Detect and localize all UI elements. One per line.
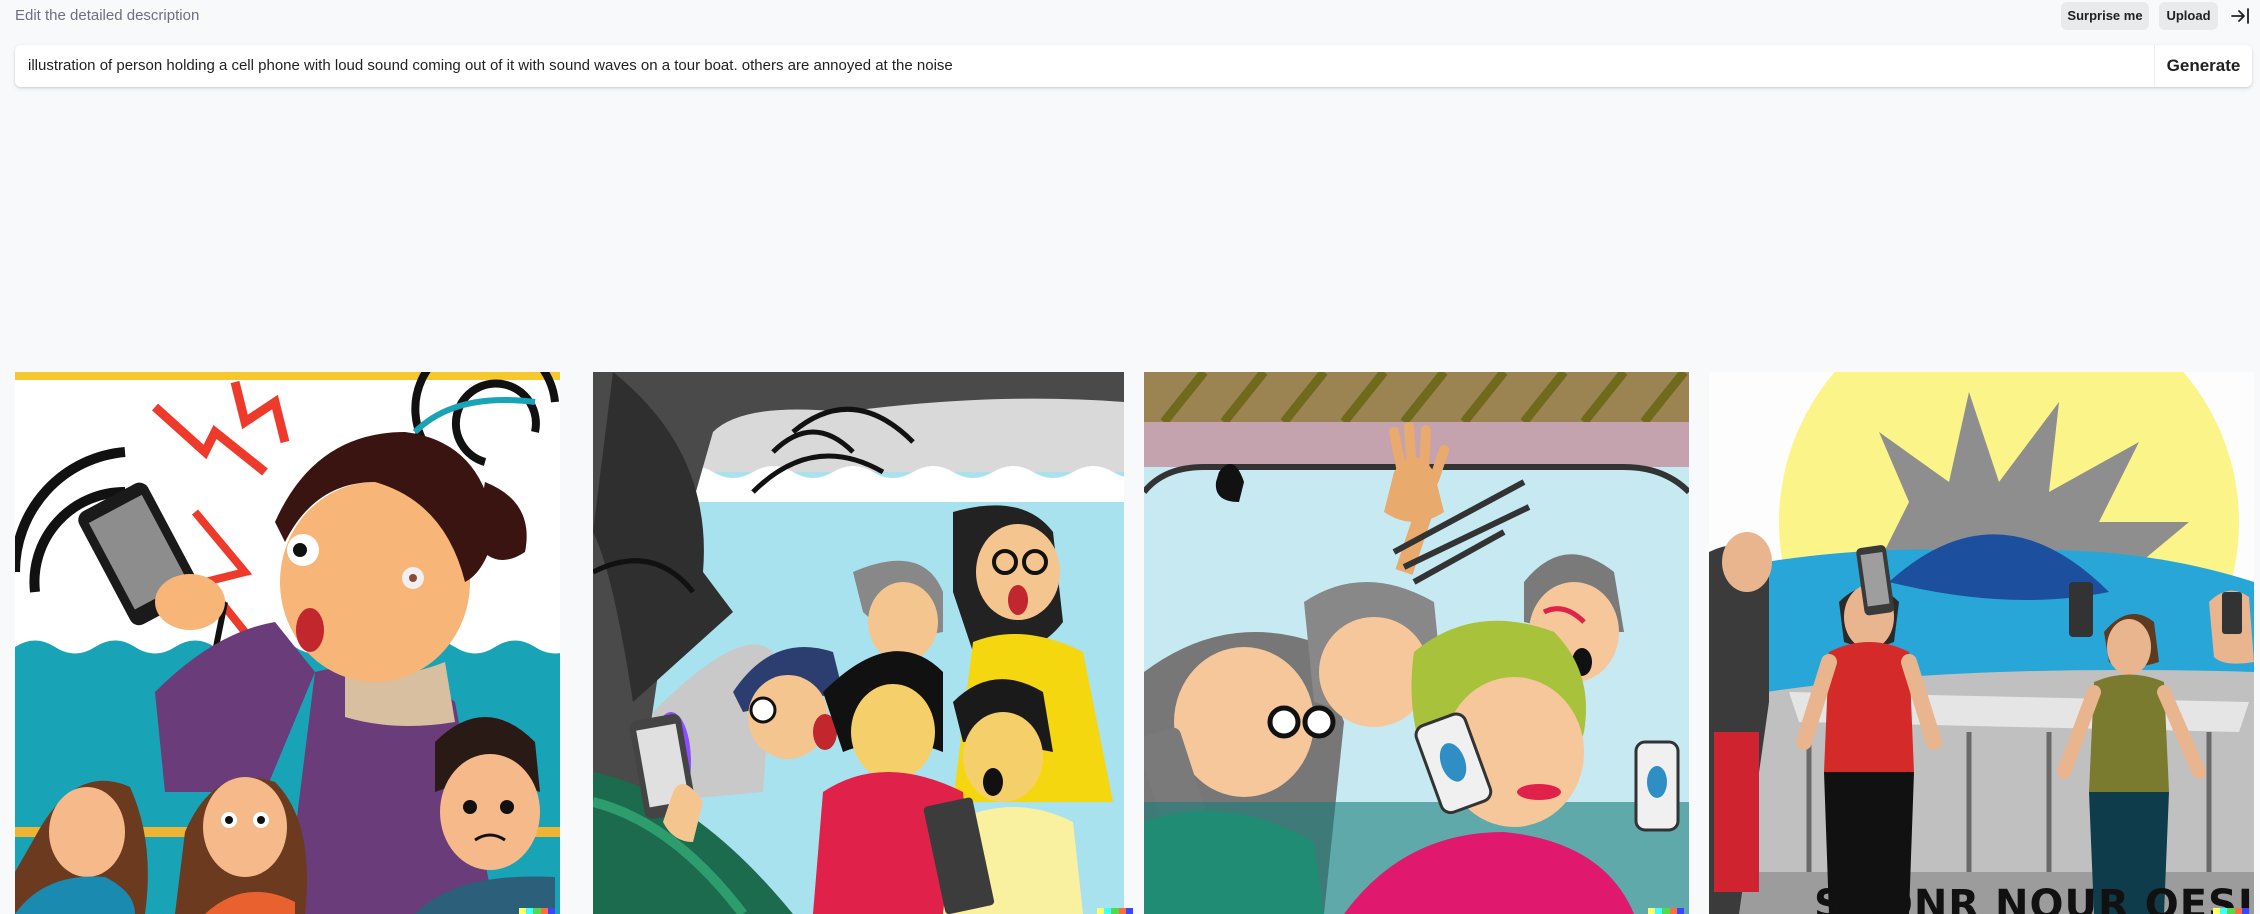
dalle-watermark — [1648, 908, 1685, 914]
watermark-stripe — [1648, 908, 1656, 914]
watermark-stripe — [1097, 908, 1105, 914]
watermark-stripe — [1662, 908, 1670, 914]
watermark-stripe — [2234, 908, 2242, 914]
watermark-stripe — [2227, 908, 2235, 914]
watermark-stripe — [2220, 908, 2228, 914]
dalle-watermark — [2213, 908, 2250, 914]
watermark-stripe — [1118, 908, 1126, 914]
watermark-stripe — [1111, 908, 1119, 914]
watermark-stripe — [1104, 908, 1112, 914]
illustration-phone-noise-2 — [593, 372, 1124, 914]
watermark-stripe — [1655, 908, 1663, 914]
watermark-stripe — [533, 908, 541, 914]
prompt-field[interactable]: illustration of person holding a cell ph… — [15, 45, 2252, 87]
watermark-stripe — [2241, 908, 2250, 914]
watermark-stripe — [547, 908, 556, 914]
result-image-2[interactable] — [593, 372, 1138, 914]
upload-button[interactable]: Upload — [2159, 2, 2218, 30]
result-image-1[interactable] — [15, 372, 560, 914]
watermark-stripe — [540, 908, 548, 914]
watermark-stripe — [1676, 908, 1685, 914]
top-bar: Edit the detailed description Surprise m… — [0, 0, 2260, 32]
watermark-stripe — [1125, 908, 1134, 914]
instruction-text: Edit the detailed description — [15, 7, 200, 24]
watermark-stripe — [1669, 908, 1677, 914]
watermark-stripe — [519, 908, 527, 914]
result-image-4[interactable]: SOONR NOUR OESISTY — [1709, 372, 2254, 914]
watermark-stripe — [2213, 908, 2221, 914]
prompt-input[interactable]: illustration of person holding a cell ph… — [28, 45, 2148, 87]
illustration-phone-noise-1 — [15, 372, 560, 914]
result-image-3[interactable] — [1144, 372, 1689, 914]
illustration-phone-noise-4 — [1709, 372, 2254, 914]
surprise-me-button[interactable]: Surprise me — [2061, 2, 2149, 30]
dalle-watermark — [1097, 908, 1134, 914]
arrow-right-to-line-icon[interactable] — [2230, 6, 2250, 26]
watermark-stripe — [526, 908, 534, 914]
poster-text: SOONR NOUR OESISTY — [1814, 882, 2254, 914]
illustration-phone-noise-3 — [1144, 372, 1689, 914]
generate-button[interactable]: Generate — [2155, 45, 2252, 87]
dalle-watermark — [519, 908, 556, 914]
